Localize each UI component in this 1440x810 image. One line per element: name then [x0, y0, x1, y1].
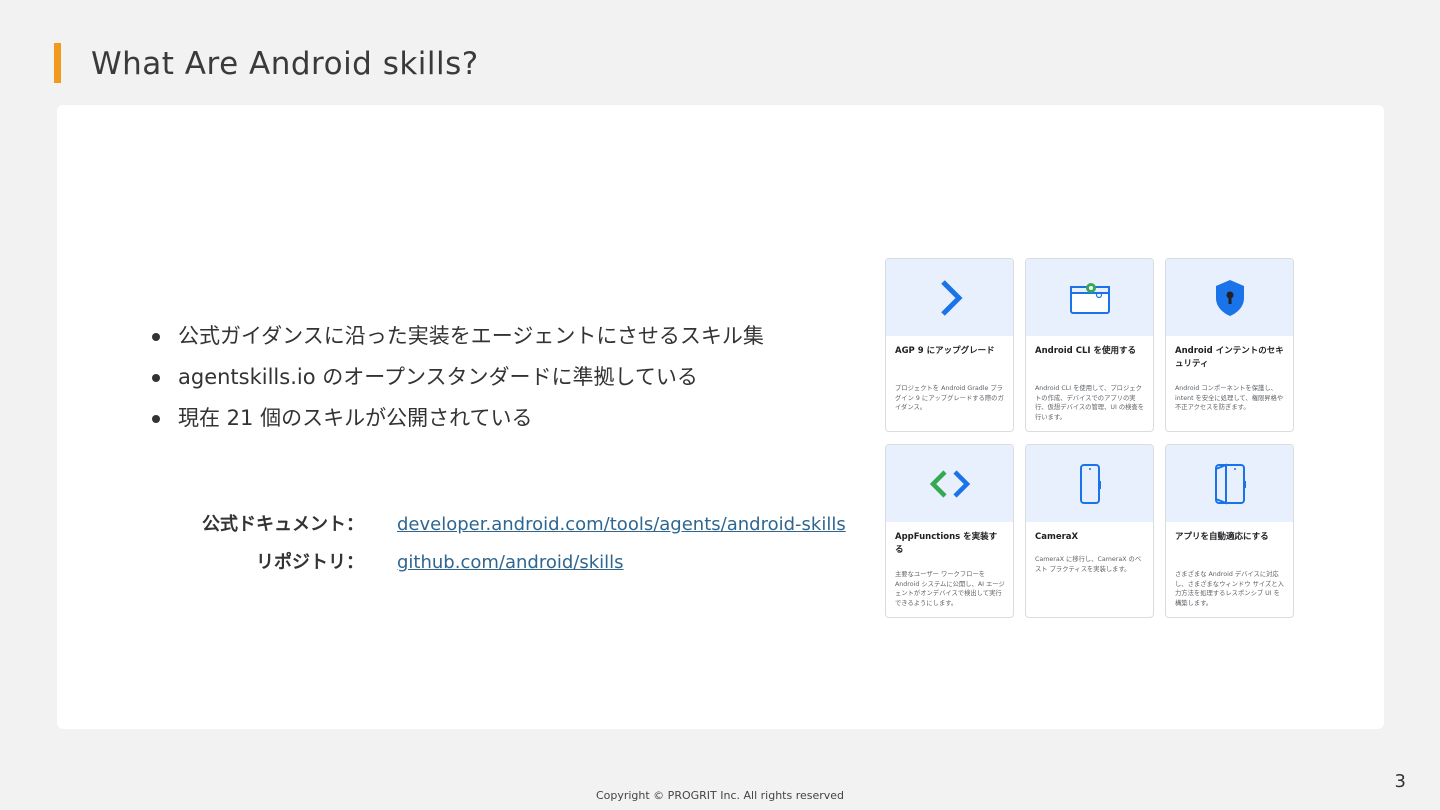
docs-link[interactable]: developer.android.com/tools/agents/andro… [397, 510, 846, 540]
shield-lock-icon [1215, 279, 1244, 316]
skill-card-header [1166, 259, 1293, 336]
skill-card-header [1026, 445, 1153, 522]
repo-label: リポジトリ： [256, 552, 364, 573]
skill-card-title: CameraX [1035, 532, 1079, 542]
skill-card-desc: 主要なユーザー ワークフローを Android システムに公開し、AI エージェ… [895, 571, 1005, 607]
repo-link-row: リポジトリ： github.com/android/skills [150, 548, 850, 578]
docs-label: 公式ドキュメント： [202, 514, 364, 535]
skill-card-agp9[interactable]: AGP 9 にアップグレード プロジェクトを Android Gradle プラ… [885, 258, 1014, 432]
title-accent-bar [54, 43, 61, 83]
skill-card-camerax[interactable]: CameraX CameraX に移行し、CameraX のベスト プラクティス… [1025, 444, 1154, 618]
skill-card-title: アプリを自動適応にする [1175, 532, 1269, 542]
code-brackets-icon [929, 469, 970, 498]
skill-card-header [886, 445, 1013, 522]
browser-gear-icon [1069, 282, 1110, 314]
skill-card-title: AGP 9 にアップグレード [895, 346, 995, 356]
docs-link-row: 公式ドキュメント： developer.android.com/tools/ag… [150, 510, 850, 540]
skill-card-title: Android CLI を使用する [1035, 346, 1136, 356]
skill-card-desc: さまざまな Android デバイスに対応し、さまざまなウィンドウ サイズと入力… [1175, 571, 1284, 607]
skill-card-desc: CameraX に移行し、CameraX のベスト プラクティスを実装します。 [1035, 556, 1142, 573]
skill-card-intent-security[interactable]: Android インテントのセキュリティ Android コンポーネントを保護し… [1165, 258, 1294, 432]
bullet-item: agentskills.io のオープンスタンダードに準拠している [150, 357, 764, 398]
skill-card-adaptive[interactable]: アプリを自動適応にする さまざまな Android デバイスに対応し、さまざまな… [1165, 444, 1294, 618]
bullet-item: 現在 21 個のスキルが公開されている [150, 398, 764, 439]
copyright-footer: Copyright © PROGRIT Inc. All rights rese… [595, 789, 845, 802]
slide-title: What Are Android skills? [91, 46, 479, 82]
repo-link[interactable]: github.com/android/skills [397, 548, 624, 578]
skill-card-title: AppFunctions を実装する [895, 532, 998, 555]
bullet-item: 公式ガイダンスに沿った実装をエージェントにさせるスキル集 [150, 316, 764, 357]
page-number: 3 [1394, 771, 1406, 792]
skill-card-header [1026, 259, 1153, 336]
skill-card-android-cli[interactable]: Android CLI を使用する Android CLI を使用して、プロジェ… [1025, 258, 1154, 432]
skill-card-desc: Android コンポーネントを保護し、intent を安全に処理して、権限昇格… [1175, 385, 1284, 411]
skill-card-appfunctions[interactable]: AppFunctions を実装する 主要なユーザー ワークフローを Andro… [885, 444, 1014, 618]
foldable-phone-icon [1214, 463, 1246, 504]
skill-card-desc: プロジェクトを Android Gradle プラグイン 9 にアップグレードす… [895, 385, 1004, 411]
phone-icon [1079, 463, 1101, 504]
skill-card-header [1166, 445, 1293, 522]
bullet-list: 公式ガイダンスに沿った実装をエージェントにさせるスキル集 agentskills… [150, 316, 764, 439]
skill-card-title: Android インテントのセキュリティ [1175, 346, 1284, 369]
skill-card-header [886, 259, 1013, 336]
skill-card-desc: Android CLI を使用して、プロジェクトの作成、デバイスでのアプリの実行… [1035, 385, 1145, 421]
chevron-right-icon [940, 279, 963, 316]
